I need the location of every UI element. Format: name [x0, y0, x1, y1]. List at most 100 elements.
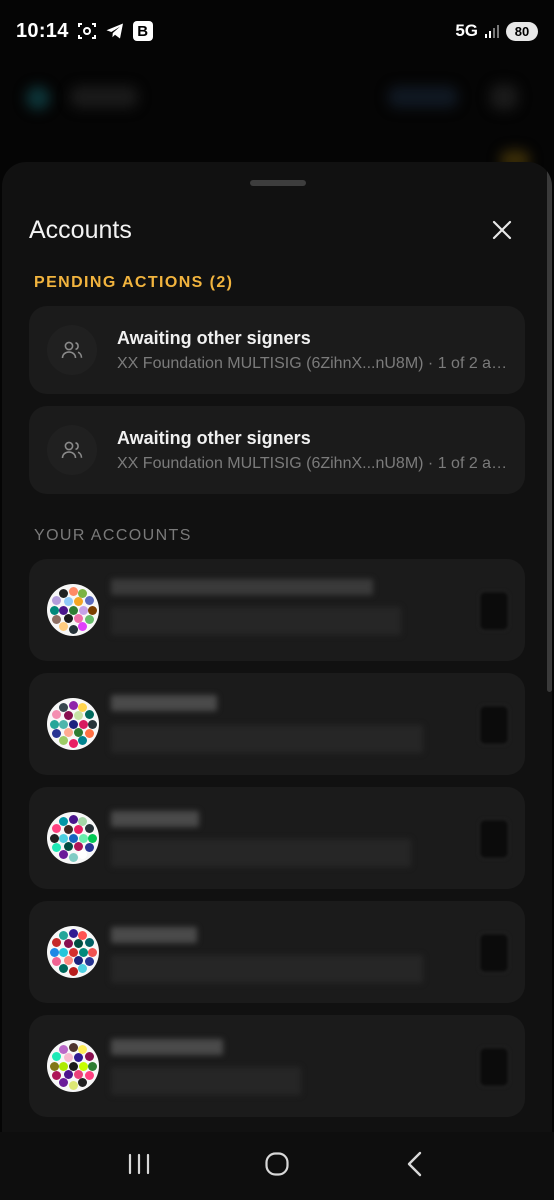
- identicon-dot: [73, 1052, 83, 1062]
- account-action-button[interactable]: [479, 819, 509, 859]
- identicon-dot: [84, 938, 94, 947]
- identicon-dot: [84, 710, 94, 719]
- account-item[interactable]: [29, 787, 525, 889]
- identicon-dot: [49, 1061, 59, 1071]
- identicon-dot: [78, 1061, 88, 1071]
- account-item[interactable]: [29, 559, 525, 661]
- identicon-dot: [68, 719, 78, 729]
- navigation-bar: [0, 1132, 554, 1200]
- identicon-dot: [68, 624, 78, 634]
- account-action-button[interactable]: [479, 1047, 509, 1087]
- identicon-dot: [68, 586, 78, 596]
- identicon-dot: [59, 735, 68, 745]
- account-item[interactable]: [29, 673, 525, 775]
- back-button[interactable]: [385, 1141, 445, 1191]
- account-identicon: [47, 1040, 99, 1092]
- identicon-dot: [68, 947, 78, 957]
- status-left: 10:14 B: [16, 20, 153, 43]
- recent-apps-button[interactable]: [109, 1141, 169, 1191]
- identicon-dot: [68, 700, 78, 710]
- pending-subtitle: XX Foundation MULTISIG (6ZihnX...nU8M) ·…: [117, 355, 512, 372]
- identicon-dot: [63, 938, 73, 948]
- telegram-icon: [105, 21, 125, 41]
- identicon-dot: [84, 1052, 94, 1061]
- identicon-dot: [87, 1061, 97, 1071]
- identicon-dot: [52, 957, 62, 966]
- battery-indicator: 80: [506, 21, 538, 41]
- pending-action-item[interactable]: Awaiting other signers XX Foundation MUL…: [29, 306, 525, 394]
- signal-icon: [484, 23, 500, 39]
- account-identicon: [47, 584, 99, 636]
- scrollbar[interactable]: [547, 162, 552, 692]
- account-identicon: [47, 812, 99, 864]
- b-app-icon: B: [132, 21, 153, 41]
- identicon-dot: [59, 1077, 68, 1087]
- identicon-dot: [52, 596, 62, 605]
- identicon-dot: [84, 729, 94, 738]
- identicon-dot: [84, 615, 94, 624]
- identicon-dot: [78, 621, 87, 631]
- identicon-dot: [68, 1061, 78, 1071]
- identicon-dot: [52, 1071, 62, 1080]
- identicon-dot: [59, 931, 68, 941]
- pending-title: Awaiting other signers: [117, 428, 311, 448]
- clock: 10:14: [16, 19, 69, 42]
- identicon-dot: [78, 849, 87, 859]
- account-identicon: [47, 926, 99, 978]
- identicon-dot: [78, 719, 88, 729]
- identicon-dot: [84, 957, 94, 966]
- identicon-dot: [52, 615, 62, 624]
- identicon-dot: [68, 833, 78, 843]
- identicon-dot: [59, 589, 68, 599]
- close-button[interactable]: [486, 216, 518, 248]
- account-item[interactable]: [29, 901, 525, 1003]
- screenshot-icon: [77, 21, 97, 41]
- identicon-dot: [59, 817, 68, 827]
- home-button[interactable]: [247, 1141, 307, 1191]
- identicon-dot: [78, 963, 87, 973]
- account-action-button[interactable]: [479, 591, 509, 631]
- identicon-dot: [63, 824, 73, 834]
- identicon-dot: [78, 605, 88, 615]
- identicon-dot: [58, 947, 68, 957]
- account-action-button[interactable]: [479, 933, 509, 973]
- people-icon: [47, 425, 97, 475]
- account-item[interactable]: [29, 1015, 525, 1117]
- identicon-dot: [68, 966, 78, 976]
- identicon-dot: [52, 729, 62, 738]
- close-icon: [491, 219, 513, 246]
- identicon-dot: [68, 814, 78, 824]
- account-action-button[interactable]: [479, 705, 509, 745]
- identicon-dot: [52, 824, 62, 833]
- background-app-header: [0, 62, 554, 172]
- identicon-dot: [84, 1071, 94, 1080]
- identicon-dot: [59, 621, 68, 631]
- account-identicon: [47, 698, 99, 750]
- identicon-dot: [52, 938, 62, 947]
- status-bar: 10:14 B 5G 80: [0, 0, 554, 62]
- identicon-dot: [84, 824, 94, 833]
- identicon-dot: [87, 947, 97, 957]
- identicon-dot: [68, 1080, 78, 1090]
- identicon-dot: [49, 719, 59, 729]
- people-icon: [47, 325, 97, 375]
- identicon-dot: [84, 843, 94, 852]
- identicon-dot: [68, 605, 78, 615]
- identicon-dot: [52, 710, 62, 719]
- sheet-title: Accounts: [29, 216, 132, 244]
- identicon-dot: [59, 963, 68, 973]
- drag-handle[interactable]: [250, 180, 306, 186]
- identicon-dot: [68, 1042, 78, 1052]
- identicon-dot: [84, 596, 94, 605]
- pending-action-item[interactable]: Awaiting other signers XX Foundation MUL…: [29, 406, 525, 494]
- pending-subtitle: XX Foundation MULTISIG (6ZihnX...nU8M) ·…: [117, 455, 512, 472]
- identicon-dot: [49, 833, 59, 843]
- pending-actions-label: PENDING ACTIONS (2): [34, 274, 234, 291]
- accounts-sheet: Accounts PENDING ACTIONS (2) Awaiting ot…: [2, 162, 552, 1132]
- identicon-dot: [78, 1077, 87, 1087]
- identicon-dot: [68, 738, 78, 748]
- identicon-dot: [68, 928, 78, 938]
- identicon-dot: [59, 849, 68, 859]
- identicon-dot: [73, 824, 83, 834]
- identicon-dot: [59, 703, 68, 713]
